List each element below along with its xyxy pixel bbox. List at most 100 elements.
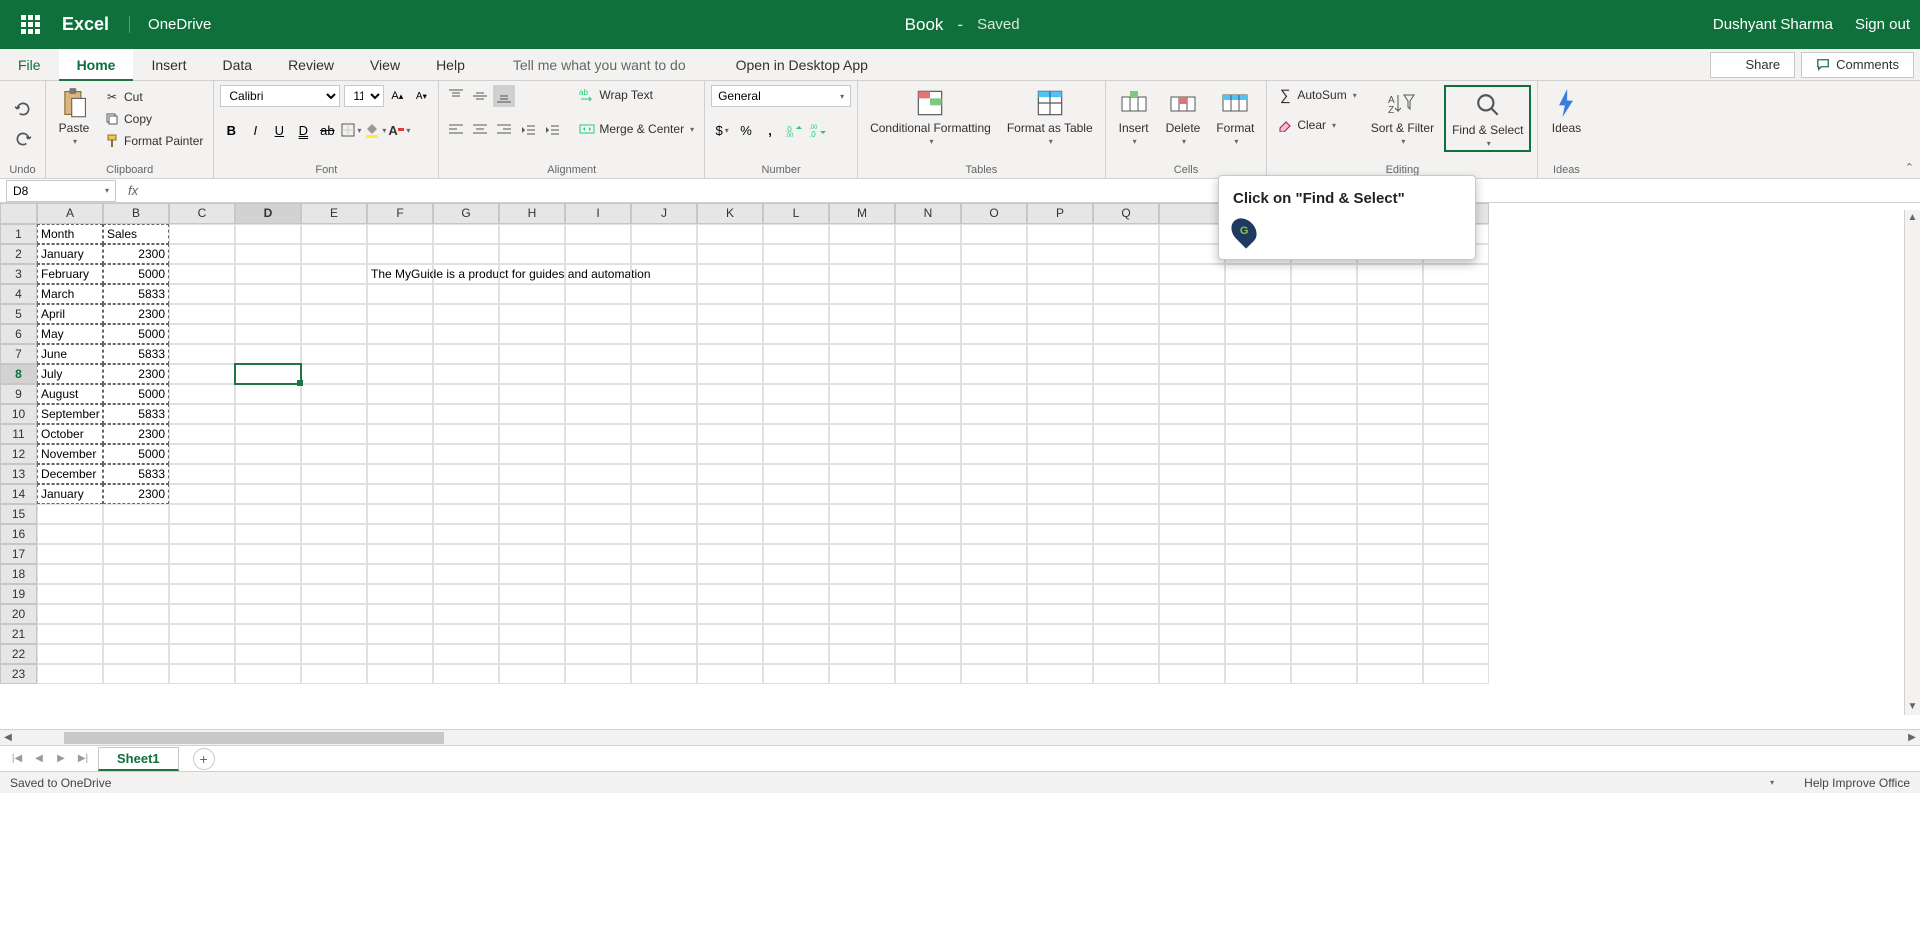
cell-A13[interactable]: December: [37, 464, 103, 484]
cell-18[interactable]: [1159, 564, 1225, 584]
row-header-16[interactable]: 16: [0, 524, 37, 544]
cell-B20[interactable]: [103, 604, 169, 624]
cell-G1[interactable]: [433, 224, 499, 244]
col-header-N[interactable]: N: [895, 203, 961, 224]
cell-5[interactable]: [1291, 304, 1357, 324]
cell-F15[interactable]: [367, 504, 433, 524]
cell-N10[interactable]: [895, 404, 961, 424]
align-middle-button[interactable]: [469, 85, 491, 107]
row-header-2[interactable]: 2: [0, 244, 37, 264]
row-header-4[interactable]: 4: [0, 284, 37, 304]
cell-E22[interactable]: [301, 644, 367, 664]
cell-W23[interactable]: [1423, 664, 1489, 684]
cell-Q1[interactable]: [1093, 224, 1159, 244]
col-header-17[interactable]: [1159, 203, 1225, 224]
cell-J5[interactable]: [631, 304, 697, 324]
cell-M22[interactable]: [829, 644, 895, 664]
cell-W13[interactable]: [1423, 464, 1489, 484]
cell-E1[interactable]: [301, 224, 367, 244]
cell-P20[interactable]: [1027, 604, 1093, 624]
cell-K5[interactable]: [697, 304, 763, 324]
cell-K12[interactable]: [697, 444, 763, 464]
tab-review[interactable]: Review: [270, 49, 352, 81]
cell-17[interactable]: [1291, 544, 1357, 564]
cell-22[interactable]: [1225, 644, 1291, 664]
cell-V6[interactable]: [1357, 324, 1423, 344]
cell-C9[interactable]: [169, 384, 235, 404]
cell-J4[interactable]: [631, 284, 697, 304]
cell-22[interactable]: [1159, 644, 1225, 664]
row-header-10[interactable]: 10: [0, 404, 37, 424]
cell-W10[interactable]: [1423, 404, 1489, 424]
cell-N6[interactable]: [895, 324, 961, 344]
cell-H9[interactable]: [499, 384, 565, 404]
cell-3[interactable]: [1291, 264, 1357, 284]
cell-B5[interactable]: 2300: [103, 304, 169, 324]
cell-I20[interactable]: [565, 604, 631, 624]
cell-J14[interactable]: [631, 484, 697, 504]
cell-A23[interactable]: [37, 664, 103, 684]
cell-J7[interactable]: [631, 344, 697, 364]
cell-Q11[interactable]: [1093, 424, 1159, 444]
cell-W6[interactable]: [1423, 324, 1489, 344]
cell-O12[interactable]: [961, 444, 1027, 464]
col-header-P[interactable]: P: [1027, 203, 1093, 224]
cell-W20[interactable]: [1423, 604, 1489, 624]
italic-button[interactable]: I: [244, 119, 266, 141]
cell-M1[interactable]: [829, 224, 895, 244]
cell-F8[interactable]: [367, 364, 433, 384]
sort-filter-button[interactable]: AZSort & Filter▾: [1365, 85, 1440, 148]
cell-W15[interactable]: [1423, 504, 1489, 524]
status-menu-button[interactable]: ▾: [1770, 778, 1774, 787]
cell-5[interactable]: [1159, 304, 1225, 324]
tab-file[interactable]: File: [0, 49, 59, 81]
cell-E5[interactable]: [301, 304, 367, 324]
cell-N13[interactable]: [895, 464, 961, 484]
cell-G3[interactable]: [433, 264, 499, 284]
increase-decimal-button[interactable]: .0.00: [783, 119, 805, 141]
cell-G4[interactable]: [433, 284, 499, 304]
cell-B19[interactable]: [103, 584, 169, 604]
cell-M5[interactable]: [829, 304, 895, 324]
cell-W12[interactable]: [1423, 444, 1489, 464]
cell-N23[interactable]: [895, 664, 961, 684]
cell-K10[interactable]: [697, 404, 763, 424]
cell-P13[interactable]: [1027, 464, 1093, 484]
cell-F9[interactable]: [367, 384, 433, 404]
cell-G7[interactable]: [433, 344, 499, 364]
cell-8[interactable]: [1159, 364, 1225, 384]
cell-I9[interactable]: [565, 384, 631, 404]
cell-W22[interactable]: [1423, 644, 1489, 664]
cell-7[interactable]: [1225, 344, 1291, 364]
double-underline-button[interactable]: D: [292, 119, 314, 141]
cell-V22[interactable]: [1357, 644, 1423, 664]
cell-N3[interactable]: [895, 264, 961, 284]
cell-D21[interactable]: [235, 624, 301, 644]
cell-I10[interactable]: [565, 404, 631, 424]
cell-B14[interactable]: 2300: [103, 484, 169, 504]
cell-K2[interactable]: [697, 244, 763, 264]
cell-I13[interactable]: [565, 464, 631, 484]
cell-A4[interactable]: March: [37, 284, 103, 304]
cell-L17[interactable]: [763, 544, 829, 564]
cell-J13[interactable]: [631, 464, 697, 484]
cell-D19[interactable]: [235, 584, 301, 604]
cell-C5[interactable]: [169, 304, 235, 324]
cell-K3[interactable]: [697, 264, 763, 284]
cell-L6[interactable]: [763, 324, 829, 344]
cell-M11[interactable]: [829, 424, 895, 444]
cell-D7[interactable]: [235, 344, 301, 364]
col-header-F[interactable]: F: [367, 203, 433, 224]
cell-M17[interactable]: [829, 544, 895, 564]
col-header-Q[interactable]: Q: [1093, 203, 1159, 224]
cell-W7[interactable]: [1423, 344, 1489, 364]
cell-V12[interactable]: [1357, 444, 1423, 464]
cell-E16[interactable]: [301, 524, 367, 544]
cell-9[interactable]: [1225, 384, 1291, 404]
cell-K9[interactable]: [697, 384, 763, 404]
autosum-button[interactable]: ∑AutoSum▾: [1273, 85, 1360, 105]
cell-M2[interactable]: [829, 244, 895, 264]
cell-I3[interactable]: [565, 264, 631, 284]
cell-O8[interactable]: [961, 364, 1027, 384]
cell-Q23[interactable]: [1093, 664, 1159, 684]
